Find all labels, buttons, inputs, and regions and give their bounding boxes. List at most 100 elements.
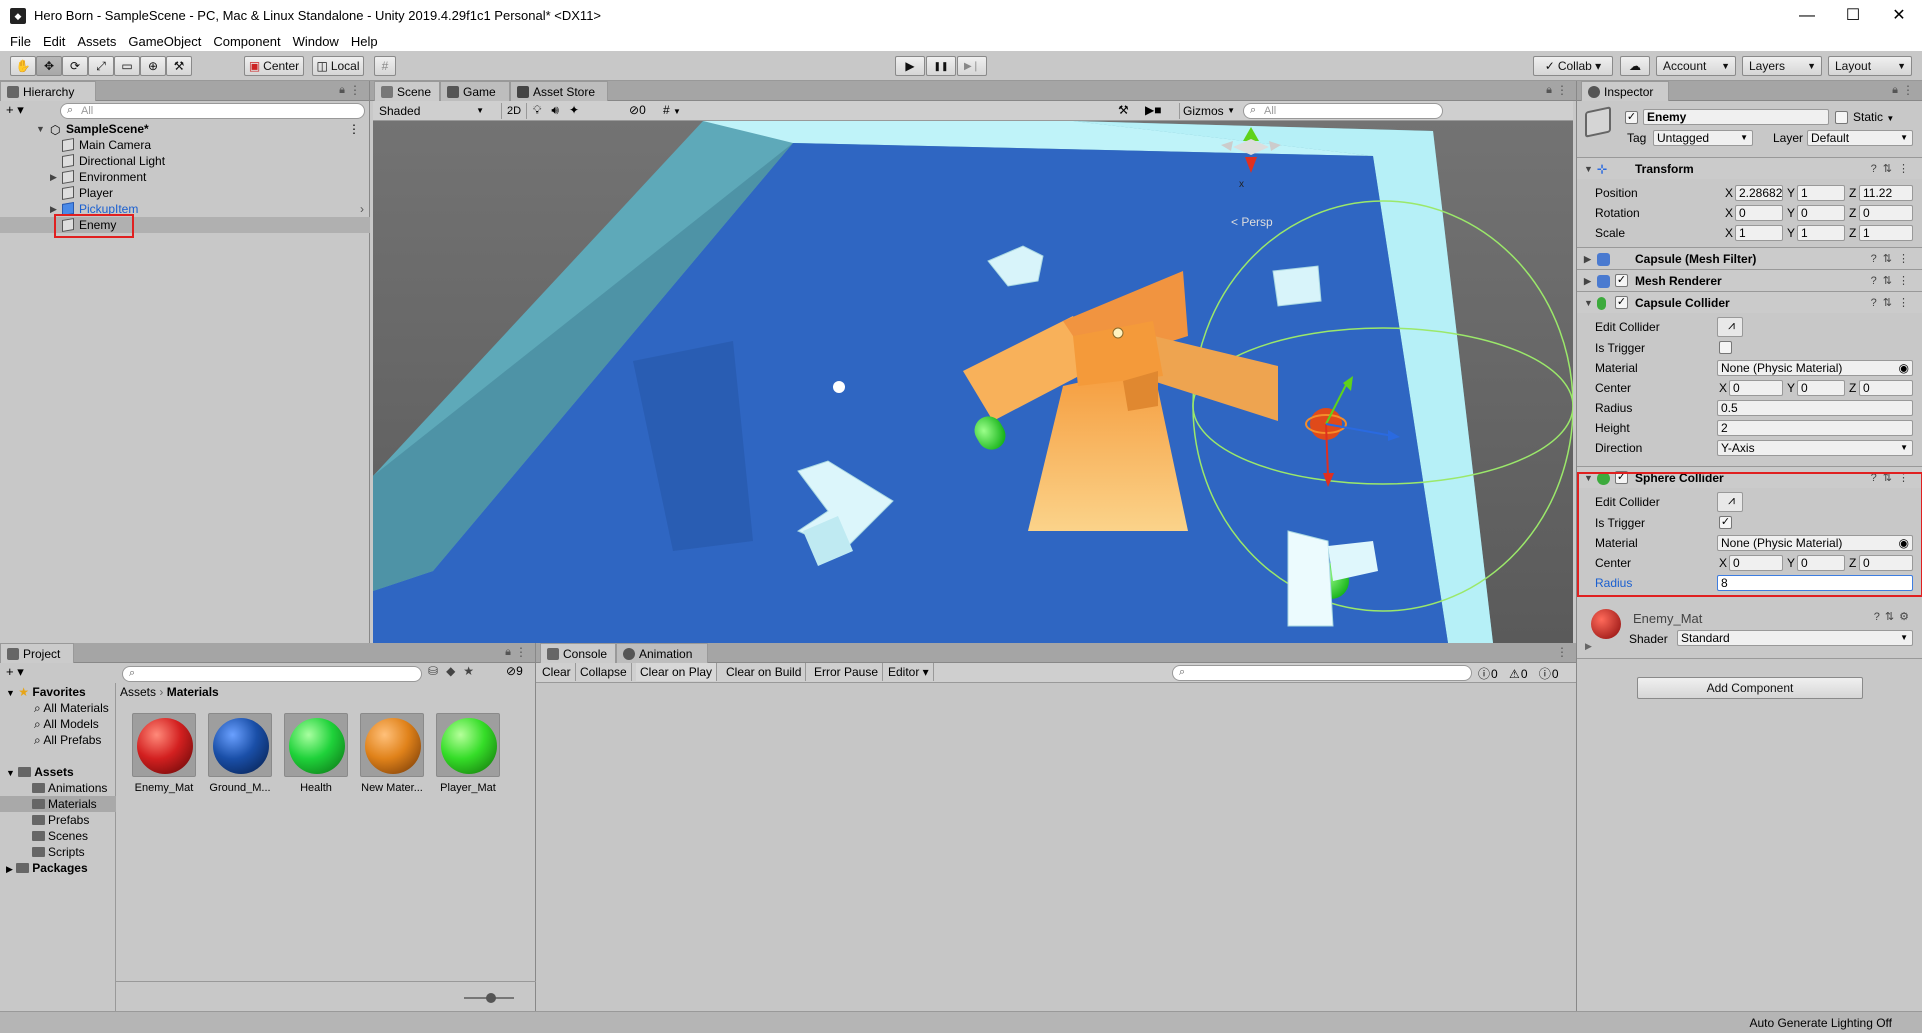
add-component-button[interactable]: Add Component xyxy=(1637,677,1863,699)
2d-toggle[interactable]: 2D xyxy=(501,103,527,119)
menu-help[interactable]: Help xyxy=(351,34,378,49)
menu-edit[interactable]: Edit xyxy=(43,34,65,49)
cloud-icon[interactable]: ☁ xyxy=(1620,56,1650,76)
console-clear-on-build-button[interactable]: Clear on Build xyxy=(722,663,807,681)
chevron-right-icon[interactable]: › xyxy=(360,201,364,217)
foldout-arrow-icon[interactable]: ▼ xyxy=(1584,158,1593,180)
menu-window[interactable]: Window xyxy=(293,34,339,49)
folder-scripts[interactable]: Scripts xyxy=(32,844,85,860)
expand-arrow-icon[interactable]: ▼ xyxy=(6,768,15,778)
object-name-field[interactable]: Enemy xyxy=(1643,109,1829,125)
project-filter-icons[interactable]: ⛁◆★ xyxy=(428,664,482,678)
asset-ground-mat[interactable] xyxy=(208,713,272,777)
tab-hierarchy[interactable]: Hierarchy xyxy=(0,81,96,101)
capsule-collider-component-header[interactable]: ▼ ✓ Capsule Collider ?⇅⋮ xyxy=(1577,291,1922,313)
scene-search-input[interactable]: All xyxy=(1243,103,1443,119)
layer-dropdown[interactable]: Default ▼ xyxy=(1807,130,1913,146)
component-header-icons[interactable]: ?⇅⋮ xyxy=(1871,248,1915,270)
mesh-renderer-enabled-checkbox[interactable]: ✓ xyxy=(1615,274,1628,287)
foldout-arrow-icon[interactable]: ▶ xyxy=(1584,270,1591,292)
scene-viewport[interactable]: y x < Persp xyxy=(373,121,1573,643)
grid-snap-icon[interactable]: # xyxy=(374,56,396,76)
capsule-center-y-field[interactable]: 0 xyxy=(1797,380,1845,396)
info-count-toggle[interactable]: ⓘ0 xyxy=(1478,667,1499,681)
expand-arrow-icon[interactable]: ▶ xyxy=(6,864,13,874)
zoom-slider-thumb[interactable] xyxy=(486,993,496,1003)
console-clear-on-play-button[interactable]: Clear on Play xyxy=(636,663,718,681)
hierarchy-search-input[interactable]: All xyxy=(60,103,365,119)
expand-arrow-icon[interactable]: ▼ xyxy=(6,688,15,698)
tab-project[interactable]: Project xyxy=(0,643,74,663)
console-search-input[interactable] xyxy=(1172,665,1472,681)
asset-new-material[interactable] xyxy=(360,713,424,777)
layout-dropdown[interactable]: Layout ▼ xyxy=(1828,56,1912,76)
folder-scenes[interactable]: Scenes xyxy=(32,828,88,844)
folder-prefabs[interactable]: Prefabs xyxy=(32,812,89,828)
folder-materials[interactable]: Materials xyxy=(0,796,116,812)
console-collapse-button[interactable]: Collapse xyxy=(576,663,632,681)
position-y-field[interactable]: 1 xyxy=(1797,185,1845,201)
mesh-renderer-component-header[interactable]: ▶ ✓ Mesh Renderer ?⇅⋮ xyxy=(1577,269,1922,291)
static-checkbox[interactable] xyxy=(1835,111,1848,124)
more-options-icon[interactable]: ⋮ xyxy=(1556,645,1568,659)
hierarchy-item-directional-light[interactable]: Directional Light xyxy=(0,153,370,169)
transform-tool-icon[interactable]: ⊕ xyxy=(140,56,166,76)
rect-tool-icon[interactable]: ▭ xyxy=(114,56,140,76)
hierarchy-item-player[interactable]: Player xyxy=(0,185,370,201)
tab-animation[interactable]: Animation xyxy=(616,643,708,663)
grid-snap-dropdown[interactable]: # ▼ xyxy=(663,103,681,117)
filter-type-icon[interactable]: ⛁ xyxy=(428,664,446,678)
component-header-icons[interactable]: ?⇅⋮ xyxy=(1871,158,1915,180)
rotation-z-field[interactable]: 0 xyxy=(1859,205,1913,221)
console-editor-dropdown[interactable]: Editor ▾ xyxy=(884,663,934,681)
folder-animations[interactable]: Animations xyxy=(32,780,107,796)
component-header-icons[interactable]: ?⇅⋮ xyxy=(1871,292,1915,314)
capsule-center-z-field[interactable]: 0 xyxy=(1859,380,1913,396)
lock-icon[interactable]: 🔒︎ xyxy=(339,84,345,97)
active-checkbox[interactable]: ✓ xyxy=(1625,111,1638,124)
capsule-height-field[interactable]: 2 xyxy=(1717,420,1913,436)
favorites-all-materials[interactable]: ⌕ All Materials xyxy=(34,700,109,716)
lighting-bulb-icon[interactable]: 💡︎ xyxy=(533,103,551,117)
menu-assets[interactable]: Assets xyxy=(77,34,116,49)
capsule-collider-enabled-checkbox[interactable]: ✓ xyxy=(1615,296,1628,309)
shading-mode-dropdown[interactable]: Shaded ▼ xyxy=(376,103,488,119)
scale-y-field[interactable]: 1 xyxy=(1797,225,1845,241)
more-options-icon[interactable]: ⋮ xyxy=(515,645,527,659)
component-header-icons[interactable]: ?⇅⋮ xyxy=(1871,270,1915,292)
static-dropdown[interactable]: Static ▼ xyxy=(1853,110,1894,124)
menu-component[interactable]: Component xyxy=(213,34,280,49)
capsule-radius-field[interactable]: 0.5 xyxy=(1717,400,1913,416)
object-picker-icon[interactable]: ◉ xyxy=(1899,361,1909,375)
scale-tool-icon[interactable]: ⤢ xyxy=(88,56,114,76)
hierarchy-add-button[interactable]: + ▾ xyxy=(6,102,24,118)
warning-count-toggle[interactable]: ⚠0 xyxy=(1509,667,1528,681)
collab-button[interactable]: ✓ Collab ▾ xyxy=(1533,56,1613,76)
pause-button[interactable]: ❚❚ xyxy=(926,56,956,76)
tab-inspector[interactable]: Inspector xyxy=(1581,81,1669,101)
console-clear-button[interactable]: Clear xyxy=(538,663,576,681)
edit-collider-button[interactable]: ⩘ xyxy=(1717,317,1743,337)
expand-arrow-icon[interactable]: ▼ xyxy=(36,121,45,137)
favorites-all-models[interactable]: ⌕ All Models xyxy=(34,716,99,732)
close-button[interactable]: ✕ xyxy=(1876,0,1922,31)
console-log-area[interactable] xyxy=(536,683,1576,1013)
position-z-field[interactable]: 11.22 xyxy=(1859,185,1913,201)
console-error-pause-button[interactable]: Error Pause xyxy=(810,663,884,681)
effects-icon[interactable]: ✦ xyxy=(569,103,589,117)
scene-row[interactable]: ▼ ⬡ SampleScene* ⋮ xyxy=(0,121,370,137)
hand-tool-icon[interactable]: ✋ xyxy=(10,56,36,76)
foldout-arrow-icon[interactable]: ▶ xyxy=(1585,641,1592,652)
scale-z-field[interactable]: 1 xyxy=(1859,225,1913,241)
account-dropdown[interactable]: Account ▼ xyxy=(1656,56,1736,76)
camera-dropdown[interactable]: ▶■ xyxy=(1145,103,1161,117)
scene-view-toggles[interactable]: 💡︎🔊︎✦ xyxy=(533,103,589,118)
lock-icon[interactable]: 🔒︎ xyxy=(1892,84,1898,97)
breadcrumb-materials[interactable]: Materials xyxy=(167,685,219,699)
foldout-arrow-icon[interactable]: ▶ xyxy=(1584,248,1591,270)
tab-asset-store[interactable]: Asset Store xyxy=(510,81,608,101)
step-button[interactable]: ▶❘ xyxy=(957,56,987,76)
gizmos-dropdown[interactable]: Gizmos ▼ xyxy=(1179,103,1237,119)
packages-folder-row[interactable]: ▶ Packages xyxy=(6,860,88,877)
tag-dropdown[interactable]: Untagged ▼ xyxy=(1653,130,1753,146)
